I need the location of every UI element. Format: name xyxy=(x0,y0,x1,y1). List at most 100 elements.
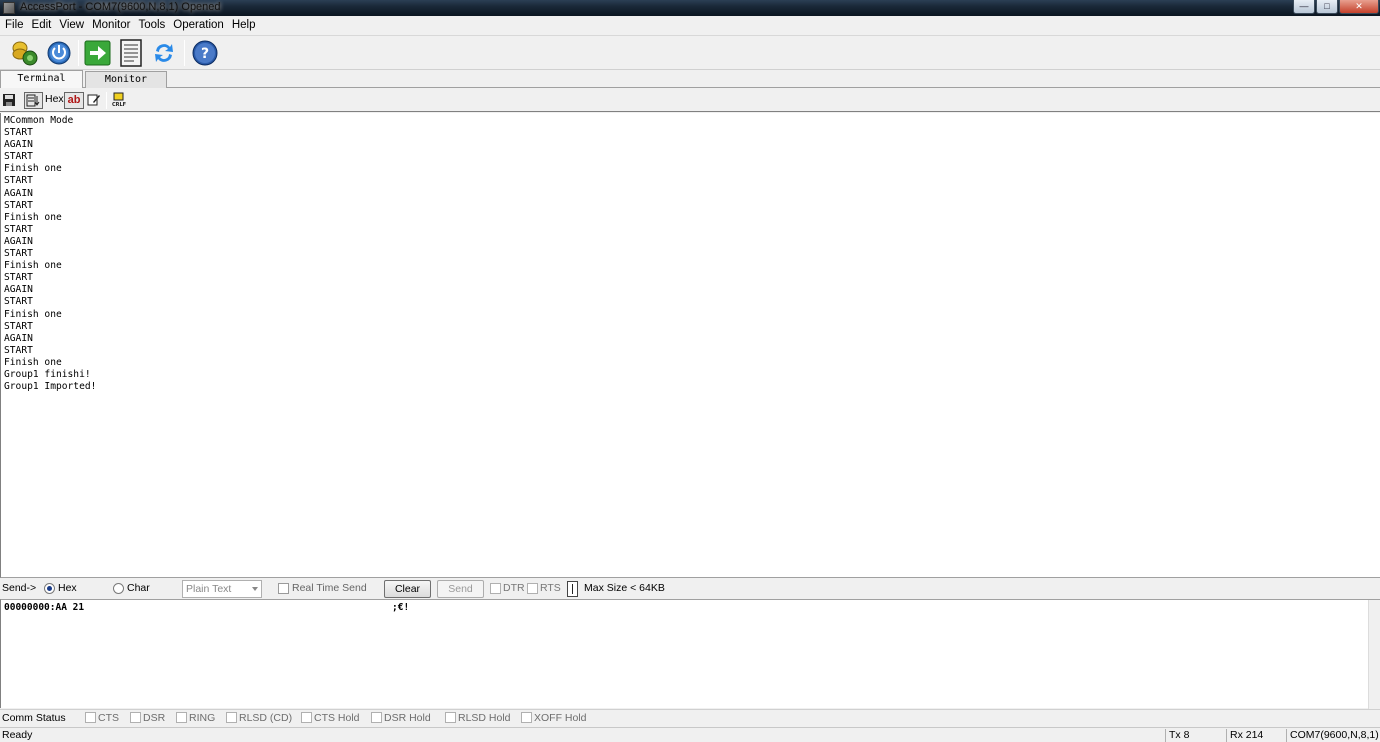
terminal-line: START xyxy=(4,127,33,139)
terminal-line: START xyxy=(4,320,33,332)
terminal-line: AGAIN xyxy=(4,139,33,151)
go-arrow-icon[interactable] xyxy=(83,39,113,67)
menu-view[interactable]: View xyxy=(55,16,88,35)
status-dsr-hold: DSR Hold xyxy=(371,710,431,726)
status-rlsd-hold: RLSD Hold xyxy=(445,710,511,726)
port-settings-icon[interactable] xyxy=(9,39,39,67)
svg-text:CRLF: CRLF xyxy=(112,102,126,108)
text-cursor-icon xyxy=(572,584,573,594)
realtime-send-label: Real Time Send xyxy=(292,582,367,594)
help-icon[interactable]: ? xyxy=(190,39,220,67)
menu-tools[interactable]: Tools xyxy=(134,16,169,35)
status-bar: Ready Tx 8 Rx 214 COM7(9600,N,8,1) O xyxy=(0,727,1380,742)
ascii-line: ;€! xyxy=(392,602,410,613)
hex-line: 00000000:AA 21 xyxy=(4,602,85,613)
send-bar: Send-> Hex Char Plain Text Real Time Sen… xyxy=(0,578,1380,599)
char-radio-label: Char xyxy=(127,582,150,594)
ab-toggle-button[interactable]: ab xyxy=(64,92,84,109)
realtime-send-checkbox[interactable] xyxy=(278,583,289,594)
cts-checkbox xyxy=(85,712,96,723)
crlf-icon[interactable]: CRLF xyxy=(112,92,126,109)
dsr-hold-checkbox xyxy=(371,712,382,723)
comm-status-bar: Comm Status CTS DSR RING RLSD (CD) CTS H… xyxy=(0,709,1380,726)
terminal-line: Group1 Imported! xyxy=(4,381,97,393)
menu-operation[interactable]: Operation xyxy=(169,16,228,35)
menu-help[interactable]: Help xyxy=(228,16,260,35)
send-button[interactable]: Send xyxy=(437,580,484,598)
port-status: COM7(9600,N,8,1) O xyxy=(1290,729,1380,741)
title-bar: AccessPort - COM7(9600,N,8,1) Opened — □… xyxy=(0,0,1380,16)
terminal-line: START xyxy=(4,272,33,284)
ring-checkbox xyxy=(176,712,187,723)
terminal-line: START xyxy=(4,296,33,308)
cts-hold-checkbox xyxy=(301,712,312,723)
terminal-line: START xyxy=(4,175,33,187)
hex-view-icon[interactable] xyxy=(24,92,43,109)
hex-radio-label: Hex xyxy=(58,582,77,594)
app-icon xyxy=(3,2,15,14)
status-rlsd: RLSD (CD) xyxy=(226,710,292,726)
terminal-line: AGAIN xyxy=(4,187,33,199)
toolbar-separator xyxy=(78,40,79,66)
terminal-output[interactable]: MCommon Mode START AGAIN START Finish one STA… xyxy=(0,113,1380,578)
toolbar-separator xyxy=(106,92,107,109)
rlsd-checkbox xyxy=(226,712,237,723)
status-cts-hold: CTS Hold xyxy=(301,710,360,726)
tab-terminal[interactable]: Terminal xyxy=(0,70,83,88)
dtr-label: DTR xyxy=(503,582,525,594)
status-divider xyxy=(1286,729,1287,742)
send-input-area[interactable]: 00000000:AA 21 ;€! xyxy=(0,599,1380,709)
status-dsr: DSR xyxy=(130,710,165,726)
menu-bar: File Edit View Monitor Tools Operation Help xyxy=(0,16,1380,35)
document-icon[interactable] xyxy=(117,39,147,67)
rlsd-hold-checkbox xyxy=(445,712,456,723)
clear-button[interactable]: Clear xyxy=(384,580,431,598)
terminal-line: START xyxy=(4,344,33,356)
hex-radio[interactable] xyxy=(44,583,55,594)
hex-toggle-label[interactable]: Hex xyxy=(45,93,64,110)
tx-count: Tx 8 xyxy=(1169,729,1190,741)
xoff-hold-checkbox xyxy=(521,712,532,723)
maximize-button[interactable]: □ xyxy=(1316,0,1338,14)
ready-status: Ready xyxy=(2,729,33,741)
status-cts: CTS xyxy=(85,710,119,726)
edit-icon[interactable] xyxy=(87,92,101,109)
format-select[interactable]: Plain Text xyxy=(182,580,262,598)
char-radio[interactable] xyxy=(113,583,124,594)
terminal-line: Group1 finishi! xyxy=(4,368,91,380)
dsr-checkbox xyxy=(130,712,141,723)
terminal-line: MCommon Mode xyxy=(4,115,74,126)
save-icon[interactable] xyxy=(2,92,16,109)
terminal-line: AGAIN xyxy=(4,332,33,344)
terminal-line: START xyxy=(4,151,33,163)
send-area-scrollbar[interactable] xyxy=(1368,600,1380,709)
tab-monitor[interactable]: Monitor xyxy=(85,71,167,88)
rx-count: Rx 214 xyxy=(1230,729,1264,741)
terminal-line: START xyxy=(4,248,33,260)
terminal-line: Finish one xyxy=(4,211,62,223)
comm-status-label: Comm Status xyxy=(2,712,66,724)
menu-edit[interactable]: Edit xyxy=(28,16,56,35)
refresh-icon[interactable] xyxy=(149,39,179,67)
terminal-line: Finish one xyxy=(4,163,62,175)
rts-checkbox[interactable] xyxy=(527,583,538,594)
power-icon[interactable] xyxy=(45,39,75,67)
terminal-line: START xyxy=(4,199,33,211)
tab-bar: Terminal Monitor xyxy=(0,70,1380,88)
window-title: AccessPort - COM7(9600,N,8,1) Opened xyxy=(20,1,221,13)
minimize-button[interactable]: — xyxy=(1293,0,1315,14)
status-ring: RING xyxy=(176,710,215,726)
rts-label: RTS xyxy=(540,582,561,594)
terminal-line: AGAIN xyxy=(4,235,33,247)
dtr-checkbox[interactable] xyxy=(490,583,501,594)
terminal-line: START xyxy=(4,223,33,235)
status-divider xyxy=(1165,729,1166,742)
status-xoff-hold: XOFF Hold xyxy=(521,710,587,726)
cursor-toggle-button[interactable] xyxy=(567,581,578,597)
terminal-lines: MCommon Mode START AGAIN START Finish one STA… xyxy=(1,113,1380,393)
format-select-value: Plain Text xyxy=(186,583,232,595)
menu-monitor[interactable]: Monitor xyxy=(88,16,134,35)
menu-file[interactable]: File xyxy=(0,16,28,35)
svg-text:?: ? xyxy=(201,46,209,62)
close-button[interactable]: ✕ xyxy=(1339,0,1379,14)
